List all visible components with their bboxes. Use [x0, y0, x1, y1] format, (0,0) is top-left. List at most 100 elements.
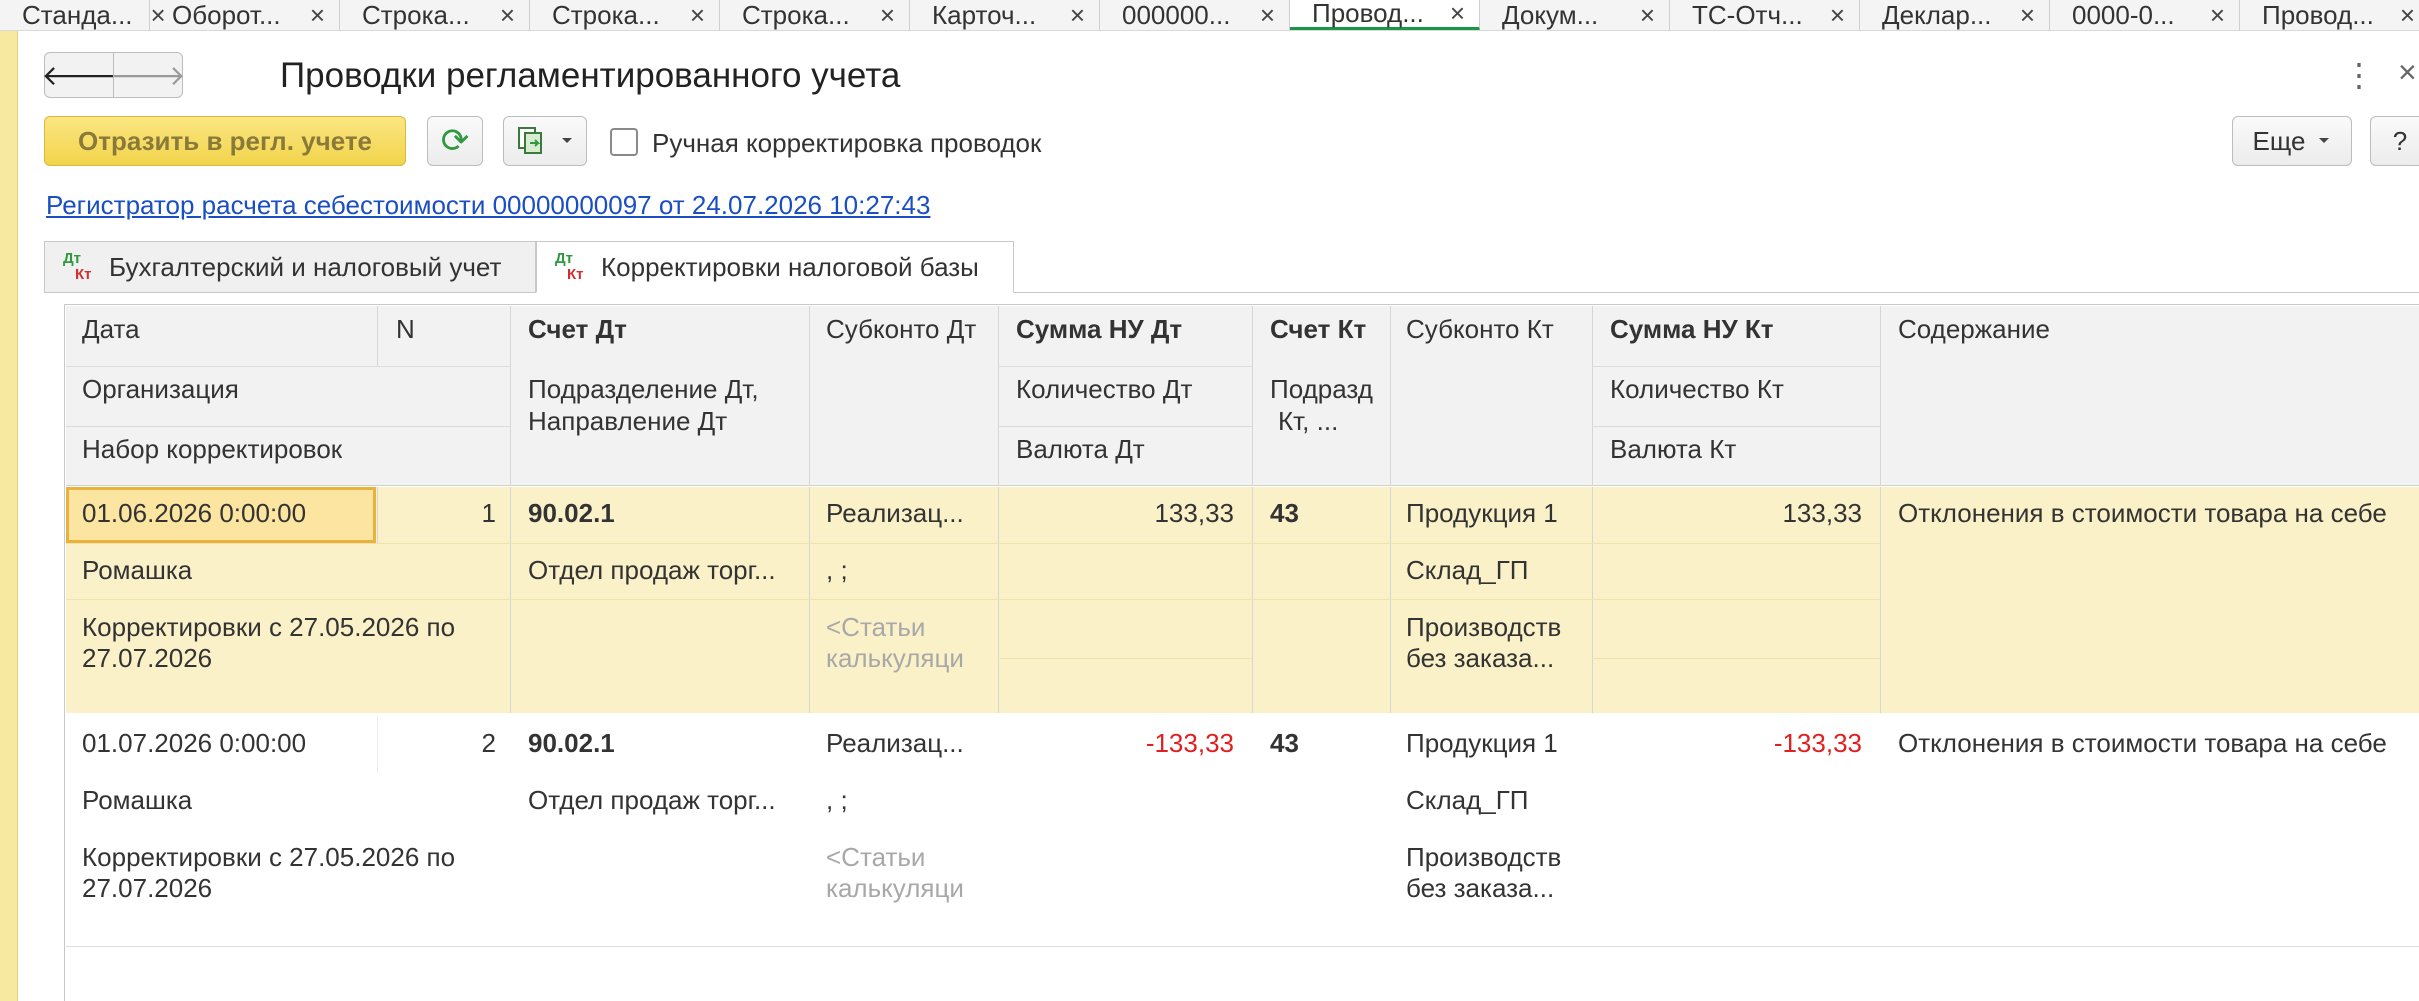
close-icon[interactable]: ×	[1830, 0, 1845, 30]
more-button[interactable]: Еще	[2232, 116, 2352, 166]
header-currency-kt[interactable]: Валюта Кт	[1610, 434, 1736, 465]
cell-n[interactable]: 1	[396, 498, 496, 529]
window-tab[interactable]: Карточ... ×	[910, 0, 1100, 30]
refresh-button[interactable]: ⟳	[427, 116, 483, 166]
close-icon[interactable]: ×	[310, 0, 325, 30]
manual-correction-checkbox[interactable]	[610, 128, 638, 156]
header-account-dt[interactable]: Счет Дт	[528, 314, 627, 345]
registrar-link[interactable]: Регистратор расчета себестоимости 000000…	[46, 190, 930, 221]
cell-account-kt[interactable]: 43	[1270, 498, 1299, 529]
table-header: Дата N Счет Дт Субконто Дт Сумма НУ Дт С…	[66, 306, 2419, 486]
cell-sum-nu-kt[interactable]: -133,33	[1606, 728, 1862, 759]
window-tab[interactable]: 0000-0... ×	[2050, 0, 2240, 30]
header-qty-dt[interactable]: Количество Дт	[1016, 374, 1192, 405]
cell-account-kt[interactable]: 43	[1270, 728, 1299, 759]
cell-sum-nu-dt[interactable]: -133,33	[1012, 728, 1234, 759]
cell-subconto-kt-2[interactable]: Склад_ГП	[1406, 785, 1528, 816]
dt-kt-icon: Дт Кт	[555, 250, 584, 283]
window-tab[interactable]: Деклар... ×	[1860, 0, 2050, 30]
header-division-kt[interactable]: Подразд	[1270, 374, 1373, 405]
back-button[interactable]: 🡐	[41, 52, 117, 98]
cell-subconto-kt-3[interactable]: Производств	[1406, 842, 1561, 873]
cell-division-dt[interactable]: Отдел продаж торг...	[528, 785, 800, 816]
header-date[interactable]: Дата	[82, 314, 140, 345]
help-button[interactable]: ?	[2370, 116, 2419, 166]
close-icon[interactable]: ×	[690, 0, 705, 30]
cell-content[interactable]: Отклонения в стоимости товара на себе	[1898, 728, 2419, 759]
window-tab-label: Строка...	[552, 0, 660, 30]
window-tab[interactable]: Строка... ×	[720, 0, 910, 30]
close-icon[interactable]: ×	[2400, 0, 2415, 30]
header-correction-set[interactable]: Набор корректировок	[82, 434, 342, 465]
window-tab[interactable]: ТС-Отч... ×	[1670, 0, 1860, 30]
window-tab[interactable]: Провод... ×	[2240, 0, 2419, 30]
cell-subconto-kt-1[interactable]: Продукция 1	[1406, 728, 1558, 759]
close-icon[interactable]: ×	[880, 0, 895, 30]
cell-subconto-dt-2[interactable]: , ;	[826, 785, 848, 816]
cell-division-dt[interactable]: Отдел продаж торг...	[528, 555, 800, 586]
cell-subconto-dt-1[interactable]: Реализац...	[826, 728, 964, 759]
reflect-in-regl-button[interactable]: Отразить в регл. учете	[44, 116, 406, 166]
close-icon[interactable]: ×	[2020, 0, 2035, 30]
more-button-label: Еще	[2252, 125, 2306, 156]
related-documents-button[interactable]	[503, 116, 587, 166]
header-organization[interactable]: Организация	[82, 374, 239, 405]
header-content[interactable]: Содержание	[1898, 314, 2050, 345]
documents-icon	[518, 127, 542, 154]
header-qty-kt[interactable]: Количество Кт	[1610, 374, 1784, 405]
cell-subconto-kt-2[interactable]: Склад_ГП	[1406, 555, 1528, 586]
cell-correction-set[interactable]: Корректировки с 27.05.2026 по	[82, 612, 455, 643]
header-subconto-kt[interactable]: Субконто Кт	[1406, 314, 1554, 345]
arrow-right-icon: 🡒	[110, 60, 186, 91]
close-icon[interactable]: ×	[1070, 0, 1085, 30]
header-account-kt[interactable]: Счет Кт	[1270, 314, 1366, 345]
cell-subconto-kt-1[interactable]: Продукция 1	[1406, 498, 1558, 529]
window-tab[interactable]: Оборот... ×	[150, 0, 340, 30]
header-division-dt[interactable]: Подразделение Дт,	[528, 374, 759, 405]
forward-button[interactable]: 🡒	[110, 52, 186, 98]
cell-subconto-kt-3[interactable]: Производств	[1406, 612, 1561, 643]
cell-account-dt[interactable]: 90.02.1	[528, 728, 615, 759]
header-direction-dt[interactable]: Направление Дт	[528, 406, 727, 437]
cell-sum-nu-kt[interactable]: 133,33	[1606, 498, 1862, 529]
close-icon[interactable]: ×	[2210, 0, 2225, 30]
chevron-down-icon	[562, 138, 572, 143]
close-icon[interactable]: ×	[1640, 0, 1655, 30]
window-tab[interactable]: 000000... ×	[1100, 0, 1290, 30]
window-tab[interactable]: Станда... ×	[0, 0, 166, 30]
cell-subconto-dt-2[interactable]: , ;	[826, 555, 848, 586]
window-tab[interactable]: Строка... ×	[340, 0, 530, 30]
close-icon[interactable]: ×	[500, 0, 515, 30]
close-icon[interactable]: ×	[1450, 0, 1465, 29]
cell-content[interactable]: Отклонения в стоимости товара на себе	[1898, 498, 2419, 529]
close-icon[interactable]: ×	[2398, 54, 2417, 91]
tab-accounting-and-tax[interactable]: Дт Кт Бухгалтерский и налоговый учет	[44, 241, 536, 293]
cell-sum-nu-dt[interactable]: 133,33	[1012, 498, 1234, 529]
more-actions-icon[interactable]: ⋮	[2343, 56, 2375, 94]
header-subconto-dt[interactable]: Субконто Дт	[826, 314, 976, 345]
cell-subconto-dt-1[interactable]: Реализац...	[826, 498, 964, 529]
cell-correction-set[interactable]: Корректировки с 27.05.2026 по	[82, 842, 455, 873]
cell-organization[interactable]: Ромашка	[82, 555, 192, 586]
cell-date[interactable]: 01.07.2026 0:00:00	[82, 728, 306, 759]
cell-organization[interactable]: Ромашка	[82, 785, 192, 816]
header-n[interactable]: N	[396, 314, 415, 345]
close-icon[interactable]: ×	[1260, 0, 1275, 30]
header-sum-nu-kt[interactable]: Сумма НУ Кт	[1610, 314, 1773, 345]
header-sum-nu-dt[interactable]: Сумма НУ Дт	[1016, 314, 1182, 345]
window-tab[interactable]: Провод... ×	[1290, 0, 1480, 30]
window-tab[interactable]: Строка... ×	[530, 0, 720, 30]
postings-table[interactable]: Дата N Счет Дт Субконто Дт Сумма НУ Дт С…	[66, 306, 2419, 1001]
cell-n[interactable]: 2	[396, 728, 496, 759]
window-tab[interactable]: Докум... ×	[1480, 0, 1670, 30]
tab-tax-base-corrections[interactable]: Дт Кт Корректировки налоговой базы	[536, 241, 1014, 293]
header-currency-dt[interactable]: Валюта Дт	[1016, 434, 1145, 465]
cell-account-dt[interactable]: 90.02.1	[528, 498, 615, 529]
window-tab-label: Докум...	[1502, 0, 1599, 30]
cell-subconto-dt-3[interactable]: <Статьи	[826, 612, 925, 643]
tab-label: Корректировки налоговой базы	[601, 251, 979, 282]
window-tab-label: Строка...	[362, 0, 470, 30]
cell-subconto-dt-3[interactable]: <Статьи	[826, 842, 925, 873]
cell-date[interactable]: 01.06.2026 0:00:00	[82, 498, 306, 529]
refresh-icon: ⟳	[440, 122, 470, 160]
